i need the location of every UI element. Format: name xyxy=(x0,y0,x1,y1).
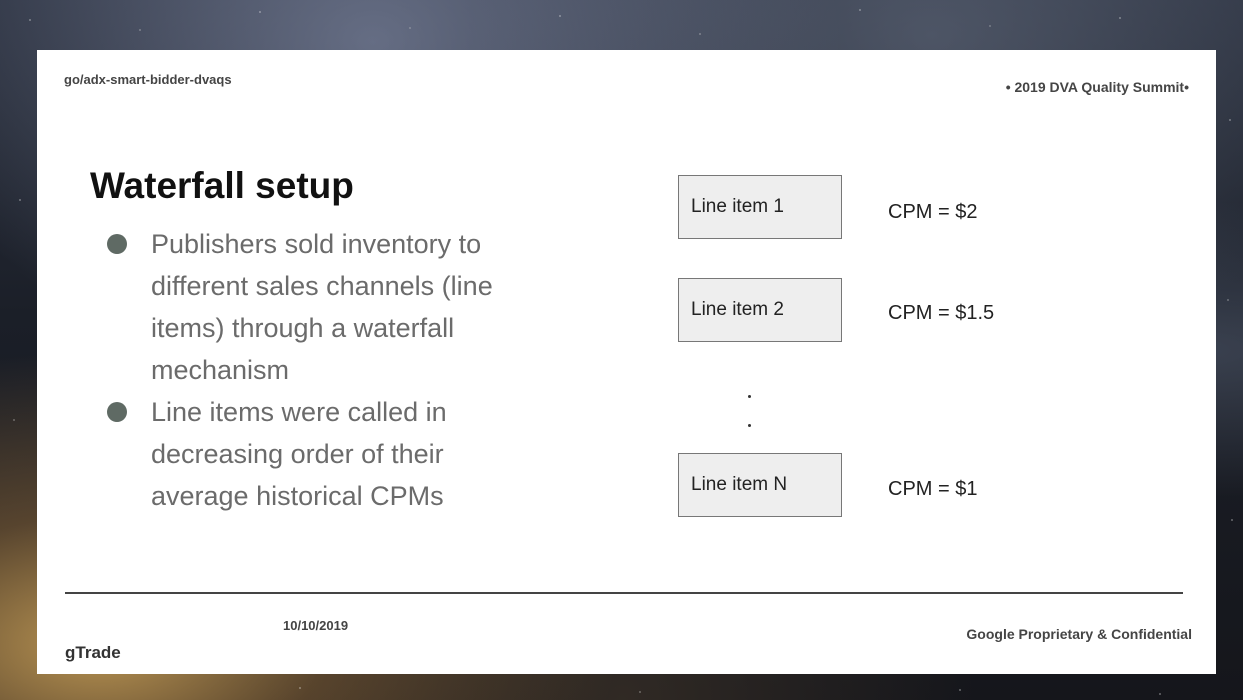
bullet-item: Line items were called in decreasing ord… xyxy=(107,391,547,517)
bullet-dot-icon xyxy=(107,234,127,254)
header-event-name: • 2019 DVA Quality Summit• xyxy=(1005,79,1189,95)
bullet-text: Publishers sold inventory to different s… xyxy=(151,229,493,385)
line-item-box-1: Line item 1 xyxy=(678,175,842,239)
footer-date: 10/10/2019 xyxy=(283,618,349,633)
line-item-box-2: Line item 2 xyxy=(678,278,842,342)
footer-divider xyxy=(65,592,1183,594)
line-item-cpm-n: CPM = $1 xyxy=(888,478,978,500)
bullet-item: Publishers sold inventory to different s… xyxy=(107,223,547,391)
footer-brand-logo: gTrade xyxy=(65,643,121,662)
footer-confidential-notice: Google Proprietary & Confidential xyxy=(966,626,1192,642)
line-item-box-n: Line item N xyxy=(678,453,842,517)
bullet-list: Publishers sold inventory to different s… xyxy=(107,223,547,517)
header-short-link: go/adx-smart-bidder-dvaqs xyxy=(64,72,232,87)
slide-title: Waterfall setup xyxy=(90,165,354,206)
line-item-cpm-2: CPM = $1.5 xyxy=(888,302,995,324)
bullet-text: Line items were called in decreasing ord… xyxy=(151,397,447,511)
ellipsis-dot-icon xyxy=(748,424,751,427)
slide: go/adx-smart-bidder-dvaqs • 2019 DVA Qua… xyxy=(37,50,1216,674)
bullet-dot-icon xyxy=(107,402,127,422)
ellipsis-dot-icon xyxy=(748,395,751,398)
line-item-cpm-1: CPM = $2 xyxy=(888,201,978,223)
